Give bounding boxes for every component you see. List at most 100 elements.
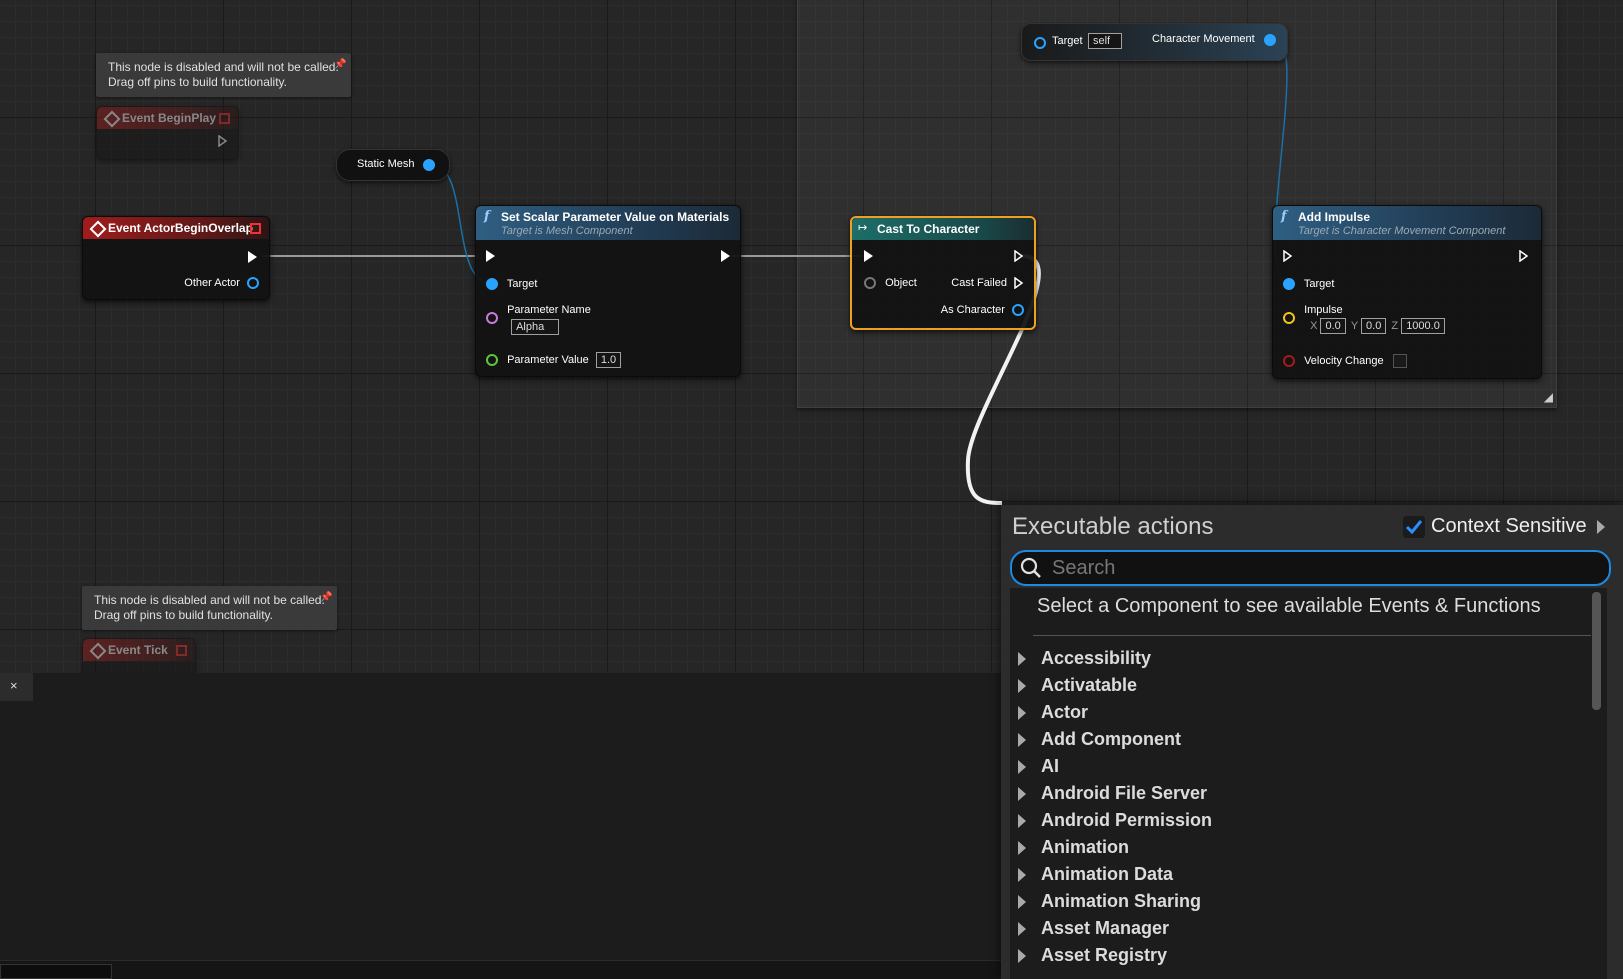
target-pin[interactable]: Target (486, 278, 537, 291)
velocity-change-pin[interactable]: Velocity Change (1283, 354, 1407, 368)
exec-pin-icon[interactable] (486, 250, 495, 263)
exec-output-pin[interactable] (1014, 250, 1024, 263)
exec-input-pin[interactable] (864, 250, 873, 263)
exec-input-pin[interactable] (486, 250, 495, 263)
context-sensitive-checkbox[interactable] (1403, 515, 1425, 538)
category-item[interactable]: Accessibility (1016, 646, 1212, 673)
parameter-name-pin[interactable]: Parameter Name Alpha (486, 304, 591, 335)
exec-pin-icon[interactable] (248, 251, 257, 264)
object-pin[interactable]: Object (864, 277, 917, 290)
expand-arrow-icon[interactable] (1018, 922, 1026, 936)
parameter-value-input[interactable]: 1.0 (595, 352, 622, 368)
output-delegate-icon[interactable] (176, 645, 187, 656)
expand-arrow-icon[interactable] (1596, 519, 1605, 534)
impulse-y-input[interactable]: 0.0 (1361, 318, 1387, 334)
output-delegate-icon[interactable] (250, 223, 261, 234)
object-pin-icon[interactable] (1283, 278, 1295, 291)
panel-bottom-tab[interactable] (0, 964, 112, 979)
expand-arrow-icon[interactable] (1018, 706, 1026, 720)
event-icon (89, 642, 107, 660)
event-beginplay-node[interactable]: Event BeginPlay (96, 106, 239, 160)
category-item[interactable]: Android Permission (1016, 808, 1212, 835)
add-impulse-node[interactable]: f Add Impulse Target is Character Moveme… (1272, 205, 1542, 379)
search-box[interactable] (1010, 550, 1611, 586)
expand-arrow-icon[interactable] (1018, 787, 1026, 801)
exec-pin-icon[interactable] (721, 250, 730, 263)
object-pin-icon[interactable] (486, 278, 498, 291)
category-item[interactable]: Animation Sharing (1016, 889, 1212, 916)
exec-pin-icon[interactable] (1014, 250, 1024, 263)
category-item[interactable]: Asset Manager (1016, 916, 1212, 943)
pin-label: Impulse (1304, 304, 1343, 316)
x-label: X (1310, 319, 1318, 332)
as-character-pin[interactable]: As Character (941, 304, 1024, 317)
scrollbar[interactable] (1592, 592, 1601, 710)
exec-output-pin[interactable] (248, 251, 257, 264)
object-output-pin[interactable] (423, 159, 435, 171)
impulse-pin[interactable]: Impulse X 0.0 Y 0.0 Z 1000.0 (1283, 304, 1445, 334)
expand-arrow-icon[interactable] (1018, 868, 1026, 882)
cast-failed-pin[interactable]: Cast Failed (951, 277, 1024, 290)
pin-icon[interactable]: 📌 (334, 57, 346, 72)
parameter-value-pin[interactable]: Parameter Value 1.0 (486, 352, 622, 368)
category-item[interactable]: Activatable (1016, 673, 1212, 700)
expand-arrow-icon[interactable] (1018, 760, 1026, 774)
cast-to-character-node[interactable]: ↦ Cast To Character Object Cast Failed A… (850, 216, 1036, 330)
action-list[interactable]: Select a Component to see available Even… (1010, 588, 1607, 979)
object-output-pin[interactable] (1264, 34, 1276, 46)
set-scalar-parameter-node[interactable]: f Set Scalar Parameter Value on Material… (475, 205, 741, 377)
category-item[interactable]: Animation (1016, 835, 1212, 862)
expand-arrow-icon[interactable] (1018, 652, 1026, 666)
expand-arrow-icon[interactable] (1018, 679, 1026, 693)
exec-output-pin[interactable] (1519, 250, 1529, 263)
expand-arrow-icon[interactable] (1018, 814, 1026, 828)
vector-pin-icon[interactable] (1283, 312, 1295, 325)
category-label: Android File Server (1041, 783, 1208, 803)
panel-tab[interactable]: × (0, 673, 33, 701)
object-pin-icon[interactable] (247, 277, 259, 290)
exec-pin-icon[interactable] (218, 135, 228, 148)
expand-arrow-icon[interactable] (1018, 949, 1026, 963)
category-item[interactable]: Asset Registry (1016, 943, 1212, 970)
expand-arrow-icon[interactable] (1018, 733, 1026, 747)
static-mesh-variable-node[interactable]: Static Mesh (336, 149, 450, 181)
exec-pin-icon[interactable] (1519, 250, 1529, 263)
close-icon[interactable]: × (10, 678, 18, 693)
expand-arrow-icon[interactable] (1018, 895, 1026, 909)
parameter-name-input[interactable]: Alpha (511, 319, 560, 335)
hint-text: Select a Component to see available Even… (1037, 595, 1541, 617)
exec-output-pin[interactable] (218, 135, 228, 148)
impulse-x-input[interactable]: 0.0 (1320, 318, 1346, 334)
expand-arrow-icon[interactable] (1018, 841, 1026, 855)
category-label: Actor (1041, 702, 1089, 722)
character-movement-getter-node[interactable]: Target self Character Movement (1021, 23, 1288, 61)
context-sensitive-toggle[interactable]: Context Sensitive (1403, 515, 1605, 538)
object-pin-icon[interactable] (864, 277, 876, 290)
category-item[interactable]: Add Component (1016, 727, 1212, 754)
category-item[interactable]: Animation Data (1016, 862, 1212, 889)
impulse-z-input[interactable]: 1000.0 (1401, 318, 1445, 334)
exec-pin-icon[interactable] (1014, 277, 1024, 290)
object-pin-icon[interactable] (1012, 304, 1024, 317)
name-pin-icon[interactable] (486, 312, 498, 325)
velocity-change-checkbox[interactable] (1392, 354, 1407, 368)
category-item[interactable]: AI (1016, 754, 1212, 781)
category-item[interactable]: Actor (1016, 700, 1212, 727)
exec-pin-icon[interactable] (1283, 250, 1293, 263)
exec-output-pin[interactable] (721, 250, 730, 263)
search-input[interactable] (1050, 555, 1594, 581)
object-pin-icon[interactable] (1034, 37, 1046, 49)
category-item[interactable]: Android File Server (1016, 781, 1212, 808)
event-actorbeginoverlap-node[interactable]: Event ActorBeginOverlap Other Actor (82, 216, 270, 300)
pin-icon[interactable]: 📌 (320, 590, 332, 605)
float-pin-icon[interactable] (486, 354, 498, 366)
exec-input-pin[interactable] (1283, 250, 1293, 263)
event-tick-node[interactable]: Event Tick (82, 638, 196, 673)
target-pin[interactable]: Target (1283, 278, 1334, 291)
target-self-input[interactable]: self (1088, 33, 1122, 49)
action-menu[interactable]: Executable actions Context Sensitive Sel… (1001, 505, 1623, 979)
output-delegate-icon[interactable] (219, 113, 230, 124)
exec-pin-icon[interactable] (864, 250, 873, 263)
other-actor-pin[interactable]: Other Actor (184, 277, 259, 290)
bool-pin-icon[interactable] (1283, 355, 1295, 367)
